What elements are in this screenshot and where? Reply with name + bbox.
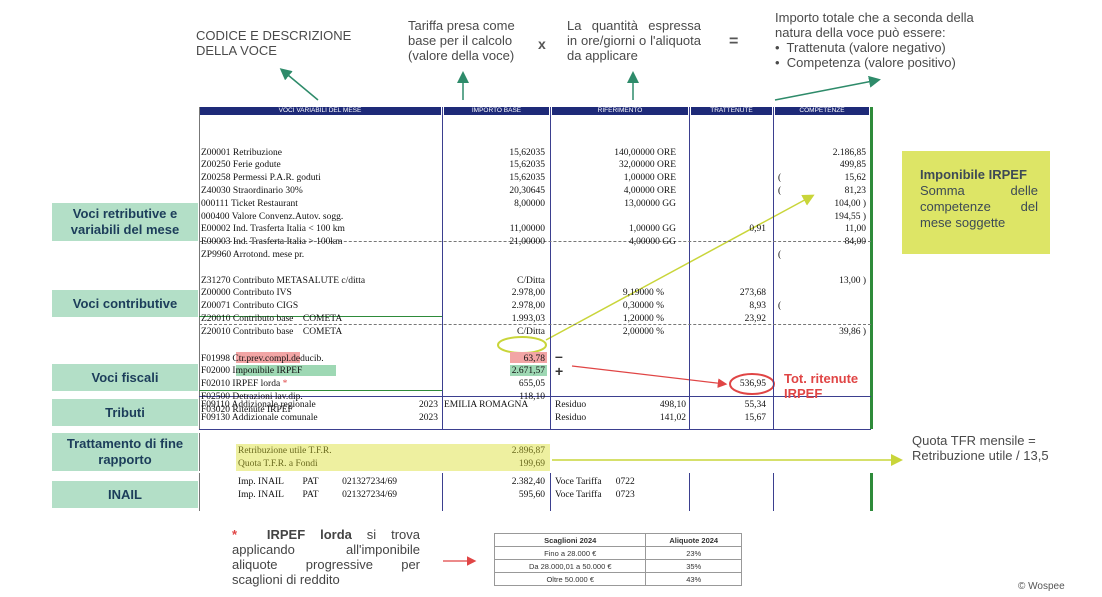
row-code: 000111 Ticket Restaurant [201,198,298,209]
row-code: Z00250 Ferie godute [201,160,281,171]
header-competenze: COMPETENZE [775,107,869,115]
right-border [870,397,873,429]
right-border [870,473,873,511]
tributi-years: 2023 2023 [419,400,438,423]
col-divider [689,473,690,511]
row-code: Z00001 Retribuzione [201,147,282,158]
col-divider [199,473,200,511]
row-code: 000400 Valore Convenz.Autov. sogg. [201,211,344,222]
imponibile-title: Imponibile IRPEF [920,167,1027,182]
contributive-paren: ( ( [778,250,782,312]
scaglioni-table: Scaglioni 2024 Aliquote 2024 Fino a 28.00… [493,533,742,586]
contributive-comp: 13,00 ) 39,86 ) [839,275,866,337]
row-code: Z40030 Straordinario 30% [201,185,303,196]
fiscali-tratt: 536,95 [739,379,766,389]
table-row: Oltre 50.000 €43% [493,572,742,586]
header-voci: VOCI VARIABILI DEL MESE [199,107,441,115]
arrow-codice [279,68,319,101]
row-code: Z00258 Permessi P.A.R. goduti [201,173,321,184]
arrow-importo [774,75,881,101]
contributive-rif: 9,19000 % 0,30000 % 1,20000 % 2,00000 % [622,288,664,337]
scaglioni-header: Scaglioni 2024 [493,533,647,547]
col-divider [199,433,200,471]
col-divider [550,107,551,430]
col-divider [442,473,443,511]
inail-base: 2.382,40 595,60 [511,477,545,500]
inail-codes: Imp. INAIL PAT 021327234/69 Imp. INAIL PA… [238,477,398,500]
label-contributive: Voci contributive [52,290,198,317]
col-divider [773,107,774,430]
label-tributi: Tributi [52,399,198,426]
label-fiscali: Voci fiscali [52,364,198,391]
header-importo-base: IMPORTO BASE [444,107,549,115]
tributi-tratt: 55,34 15,67 [744,400,766,423]
contributive-tratt: 273,68 8,93 23,92 [739,288,766,324]
irpef-note: * IRPEF lorda si trova applicando all'im… [232,527,420,587]
label-tfr: Trattamento di fine rapporto [52,433,198,471]
plus-sign: + [555,363,564,379]
tributi-region: EMILIA ROMAGNA [444,400,529,410]
retributive-tratt: 0,91 [749,224,766,234]
table-row: Da 28.000,01 a 50.000 €35% [493,559,742,573]
retributive-comp: 2.186,85 499,85 15,62 81,23 104,00 ) 194,55 )… [832,147,866,248]
header-riferimento: RIFERIMENTO [552,107,688,115]
col-divider [550,473,551,511]
aliquote-header: Aliquote 2024 [645,533,742,547]
tributi-residuo: 498,10 141,02 [659,400,686,423]
label-inail: INAIL [52,481,198,508]
imponibile-box: Imponibile IRPEF Somma delle competenze … [902,151,1050,254]
retributive-rif: 140,00000 ORE 32,00000 ORE 1,00000 ORE 4,00… [614,147,676,248]
minus-sign: – [555,348,563,364]
row-code: E00003 Ind. Trasferta Italia > 100km [201,237,343,248]
col-divider [689,107,690,430]
retributive-base: 15,62035 15,62035 15,62035 20,30645 8,00000 … [509,147,545,248]
imponibile-text: Somma delle competenze del mese soggette [920,183,1038,230]
tributi-codes: F09110 Addizionale regionale F09130 Addiz… [201,400,318,423]
table-row: Fino a 28.000 €23% [493,546,742,560]
inail-rif: Voce Tariffa 0722 Voce Tariffa 0723 [555,477,635,500]
row-code: E00002 Ind. Trasferta Italia < 100 km [201,224,345,235]
col-divider [442,107,443,430]
tfr-note: Quota TFR mensile = Retribuzione utile /… [912,433,1049,463]
col-divider [199,107,200,430]
col-divider [773,473,774,511]
retributive-paren: (( [778,173,782,196]
tributi-residuo-label: Residuo Residuo [555,400,587,423]
tot-ritenute-note: Tot. ritenute IRPEF [784,371,859,401]
copyright: © Wospee [1018,581,1065,592]
tfr-base: 2.896,87 199,69 [511,446,545,469]
tfr-codes: Retribuzione utile T.F.R. Quota T.F.R. a … [238,446,332,469]
label-retributive: Voci retributive e variabili del mese [52,203,198,241]
header-trattenute: TRATTENUTE [691,107,772,115]
